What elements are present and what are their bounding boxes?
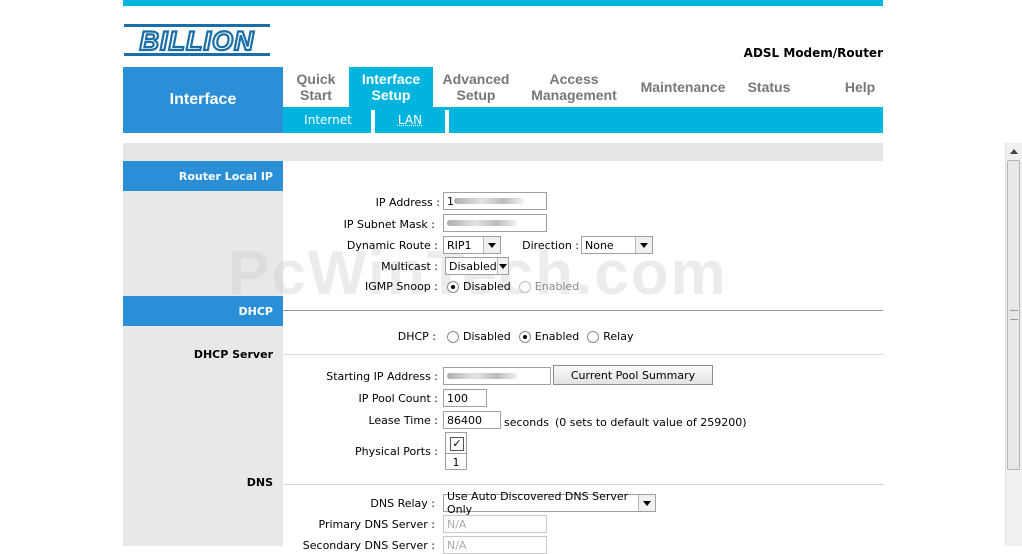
lease-time-input[interactable]: 86400 bbox=[443, 411, 501, 429]
sub-nav: Internet LAN bbox=[283, 107, 883, 133]
dhcp-relay-radio[interactable] bbox=[587, 330, 600, 343]
nav-maintenance[interactable]: Maintenance bbox=[629, 67, 737, 107]
dhcp-enabled-radio[interactable] bbox=[518, 330, 531, 343]
igmp-enabled-text: Enabled bbox=[534, 280, 580, 293]
igmp-disabled-radio[interactable] bbox=[447, 280, 459, 293]
content-header-bar bbox=[123, 143, 883, 161]
direction-label: Direction : bbox=[522, 239, 579, 252]
nav-quick-start[interactable]: Quick Start bbox=[283, 67, 349, 107]
nav-status[interactable]: Status bbox=[737, 67, 801, 107]
chevron-down-icon bbox=[638, 495, 655, 511]
subnet-mask-input[interactable] bbox=[443, 214, 547, 232]
scroll-up-arrow-icon[interactable] bbox=[1005, 143, 1022, 159]
divider bbox=[283, 354, 883, 355]
port-1-checkbox[interactable]: ✓ bbox=[450, 437, 464, 451]
redacted-value bbox=[447, 220, 517, 226]
dhcp-enabled-text: Enabled bbox=[534, 330, 580, 343]
dns-relay-select[interactable]: Use Auto Discovered DNS Server Only bbox=[443, 490, 656, 516]
nav-access-management[interactable]: Access Management bbox=[519, 67, 629, 107]
igmp-enabled-radio[interactable] bbox=[518, 280, 531, 293]
multicast-select[interactable]: Disabled bbox=[445, 257, 509, 275]
igmp-disabled-text: Disabled bbox=[463, 280, 511, 293]
chevron-down-icon bbox=[496, 258, 508, 274]
main-nav: Quick Start Interface Setup Advanced Setup … bbox=[283, 67, 883, 107]
starting-ip-label: Starting IP Address : bbox=[326, 370, 438, 383]
port-number: 1 bbox=[446, 453, 466, 471]
dynamic-route-select[interactable]: RIP1 bbox=[443, 236, 501, 254]
redacted-value bbox=[447, 373, 517, 379]
primary-dns-label: Primary DNS Server : bbox=[318, 518, 435, 531]
dns-heading: DNS bbox=[246, 476, 273, 489]
dns-relay-label: DNS Relay : bbox=[370, 497, 435, 510]
ip-address-input[interactable]: 1 bbox=[443, 192, 547, 210]
nav-interface-setup[interactable]: Interface Setup bbox=[349, 67, 433, 107]
multicast-label: Multicast : bbox=[381, 260, 438, 273]
divider bbox=[283, 310, 883, 311]
lease-time-unit: seconds bbox=[504, 416, 549, 429]
secondary-dns-input[interactable]: N/A bbox=[443, 536, 547, 554]
scrollbar-grip-icon bbox=[1010, 310, 1018, 320]
pool-count-label: IP Pool Count : bbox=[358, 392, 439, 405]
starting-ip-input[interactable] bbox=[443, 367, 551, 385]
divider bbox=[283, 484, 883, 485]
dhcp-label: DHCP : bbox=[397, 330, 436, 343]
top-accent-bar bbox=[123, 0, 883, 6]
physical-ports-box: ✓ 1 bbox=[445, 432, 467, 470]
primary-dns-input[interactable]: N/A bbox=[443, 515, 547, 533]
nav-advanced-setup[interactable]: Advanced Setup bbox=[433, 67, 519, 107]
chevron-down-icon bbox=[635, 237, 652, 253]
router-local-ip-heading: Router Local IP bbox=[123, 161, 283, 191]
current-pool-summary-button[interactable]: Current Pool Summary bbox=[553, 365, 713, 385]
lease-time-note: (0 sets to default value of 259200) bbox=[555, 416, 747, 429]
physical-ports-label: Physical Ports : bbox=[355, 445, 438, 458]
billion-logo: BILLION bbox=[124, 24, 270, 57]
dhcp-server-heading: DHCP Server bbox=[193, 348, 273, 361]
subnav-lan[interactable]: LAN bbox=[375, 107, 445, 133]
subnav-internet[interactable]: Internet bbox=[293, 107, 363, 133]
direction-select[interactable]: None bbox=[581, 236, 653, 254]
pool-count-input[interactable]: 100 bbox=[443, 389, 487, 407]
section-title: Interface bbox=[123, 67, 283, 133]
igmp-snoop-options: Disabled Enabled bbox=[443, 280, 579, 293]
redacted-value bbox=[454, 198, 524, 204]
subnav-separator bbox=[445, 110, 449, 133]
chevron-down-icon bbox=[483, 237, 500, 253]
igmp-snoop-label: IGMP Snoop : bbox=[365, 280, 438, 293]
dhcp-disabled-text: Disabled bbox=[463, 330, 511, 343]
lease-time-label: Lease Time : bbox=[368, 414, 438, 427]
dynamic-route-label: Dynamic Route : bbox=[346, 239, 438, 252]
nav-help[interactable]: Help bbox=[823, 67, 897, 107]
svg-text:BILLION: BILLION bbox=[140, 26, 255, 56]
product-name: ADSL Modem/Router bbox=[743, 46, 883, 60]
dhcp-heading: DHCP bbox=[123, 296, 283, 326]
subnet-mask-label: IP Subnet Mask : bbox=[343, 218, 435, 231]
dhcp-relay-text: Relay bbox=[603, 330, 634, 343]
dhcp-disabled-radio[interactable] bbox=[447, 330, 459, 343]
ip-address-label: IP Address : bbox=[375, 196, 440, 209]
dhcp-mode-options: Disabled Enabled Relay bbox=[443, 330, 633, 343]
